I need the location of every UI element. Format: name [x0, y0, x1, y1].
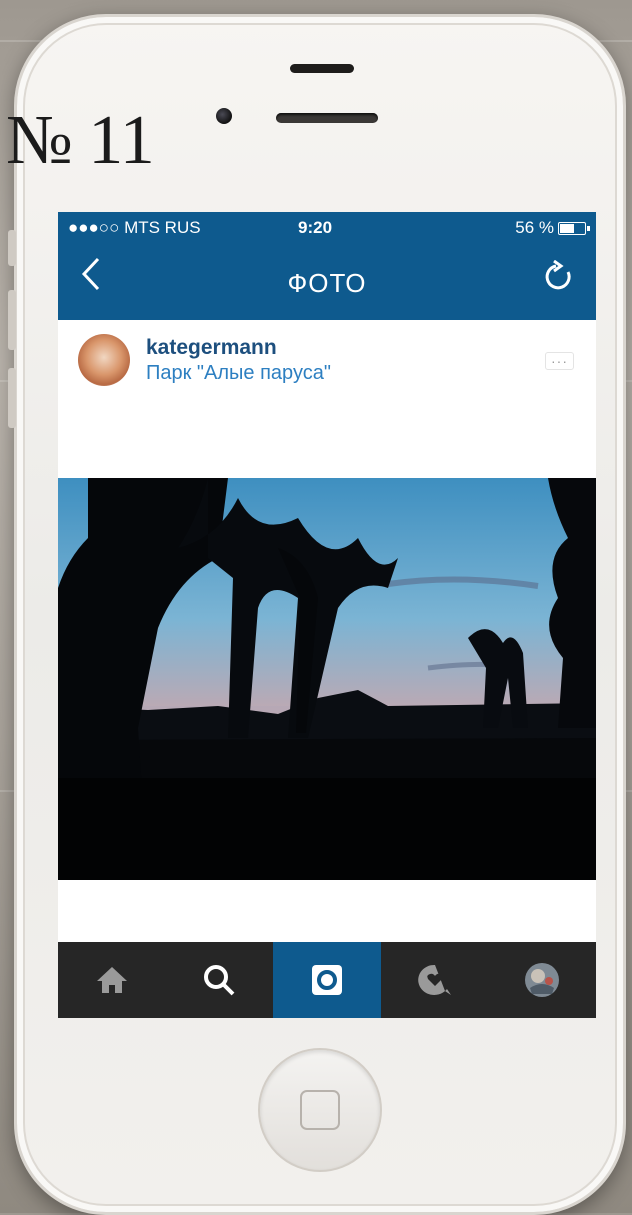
more-options-button[interactable]: ··· — [545, 352, 574, 370]
camera-icon — [311, 965, 342, 995]
refresh-icon[interactable] — [544, 259, 574, 298]
tab-search[interactable] — [166, 942, 274, 1018]
avatar[interactable] — [78, 334, 130, 386]
tab-bar — [58, 942, 596, 1018]
battery-icon — [558, 221, 590, 235]
status-time: 9:20 — [298, 218, 333, 237]
carrier-signal: ●●●○○ MTS RUS — [68, 218, 201, 237]
profile-avatar-icon — [525, 963, 560, 997]
tab-home[interactable] — [58, 942, 166, 1018]
issue-number: № 11 — [6, 102, 155, 179]
post-location[interactable]: Парк "Алые паруса" — [146, 362, 331, 385]
battery-percent: 56 % — [515, 218, 554, 237]
volume-down-button — [8, 368, 16, 428]
tab-camera[interactable] — [273, 942, 381, 1018]
heart-bubble-icon — [417, 964, 451, 995]
page-title: ФОТО — [287, 268, 367, 298]
post-header: kategermann Парк "Алые паруса" ··· — [58, 320, 596, 412]
home-icon — [96, 967, 127, 993]
battery-indicator: 56 % — [515, 218, 590, 238]
phone-screen: ●●●○○ MTS RUS 9:20 56 % ФОТО kategermann… — [58, 212, 596, 1018]
status-bar: ●●●○○ MTS RUS 9:20 56 % — [58, 212, 596, 242]
earpiece-slot — [290, 64, 354, 73]
volume-up-button — [8, 290, 16, 350]
post-photo[interactable] — [58, 478, 596, 880]
post-username[interactable]: kategermann — [146, 336, 277, 360]
home-square-icon — [300, 1090, 340, 1130]
front-camera — [216, 108, 232, 124]
search-icon — [204, 965, 235, 996]
home-button[interactable] — [258, 1048, 382, 1172]
mute-switch — [8, 230, 16, 266]
speaker-grille — [276, 113, 378, 123]
tab-profile[interactable] — [488, 942, 596, 1018]
tab-activity[interactable] — [381, 942, 489, 1018]
nav-bar: ФОТО — [58, 242, 596, 320]
